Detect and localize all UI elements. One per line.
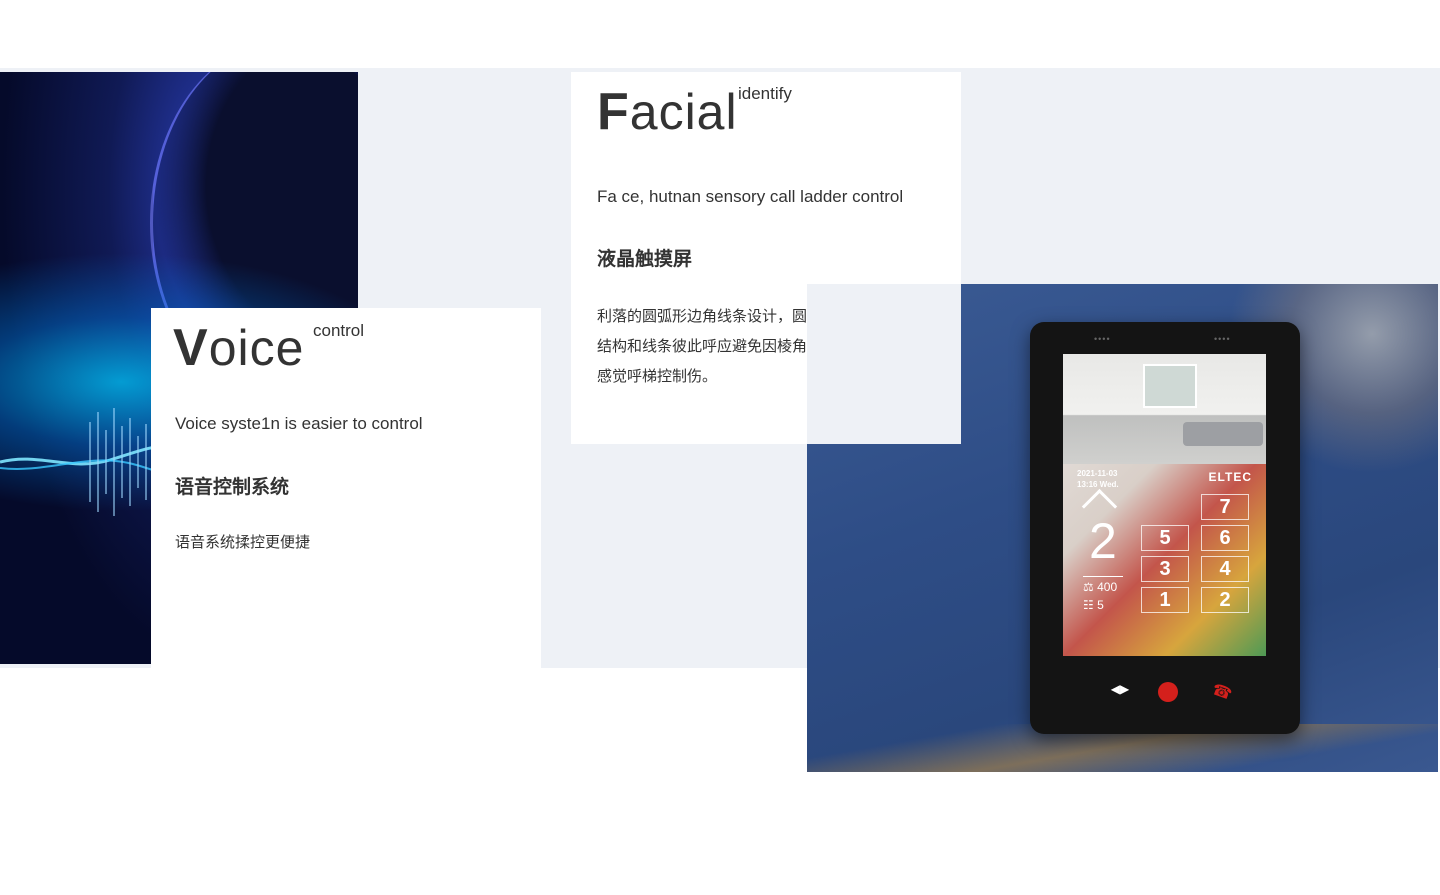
persons-icon: ☷ (1083, 598, 1098, 612)
facial-subtitle-cn: 液晶触摸屏 (597, 249, 693, 270)
sensor-dots-icon: •••• (1094, 334, 1111, 344)
floor-key[interactable]: 3 (1141, 556, 1189, 582)
floor-key[interactable]: 7 (1201, 494, 1249, 520)
device-product-photo: •••• •••• 2021-11-03 13:16 Wed. ELTEC 2 … (807, 284, 1438, 772)
facial-title-cap: F (597, 83, 630, 141)
facial-sup: identify (738, 84, 792, 103)
sensor-dots-icon: •••• (1214, 334, 1231, 344)
floor-key[interactable]: 1 (1141, 587, 1189, 613)
load-readout: ⚖ 400 (1083, 580, 1117, 594)
floor-key[interactable]: 6 (1201, 525, 1249, 551)
elevator-panel-device: •••• •••• 2021-11-03 13:16 Wed. ELTEC 2 … (1030, 322, 1300, 734)
device-screen: 2021-11-03 13:16 Wed. ELTEC 2 ⚖ 400 ☷ 5 … (1063, 354, 1266, 656)
screen-date: 2021-11-03 (1077, 469, 1118, 478)
voice-title-rest: oice (208, 320, 305, 376)
facial-subtitle-en: Fa ce, hutnan sensory call ladder contro… (597, 187, 904, 206)
voice-subtitle-cn: 语音控制系统 (175, 477, 290, 498)
voice-description: 语音系统揉控更便捷 (175, 534, 311, 551)
facial-title-rest: acial (629, 84, 738, 140)
load-value: 400 (1097, 580, 1118, 594)
facial-title: Facial (597, 82, 738, 142)
voice-title-cap: V (173, 319, 209, 377)
room-photo (1063, 354, 1266, 464)
alarm-button-icon[interactable] (1158, 682, 1178, 702)
screen-datetime: 2021-11-03 13:16 Wed. (1077, 468, 1119, 490)
voice-subtitle-en: Voice syste1n is easier to control (175, 414, 423, 433)
weight-icon: ⚖ (1083, 580, 1098, 594)
floor-key[interactable]: 2 (1201, 587, 1249, 613)
phone-icon[interactable]: ☎ (1209, 679, 1235, 705)
screen-time: 13:16 Wed. (1077, 480, 1119, 489)
screen-brand-logo: ELTEC (1208, 470, 1252, 484)
voice-card: Voice control Voice syste1n is easier to… (151, 308, 541, 668)
door-open-icon[interactable]: ◀▶ (1110, 682, 1130, 702)
room-sofa (1183, 422, 1263, 446)
screen-divider (1083, 576, 1123, 577)
persons-readout: ☷ 5 (1083, 598, 1104, 612)
room-window (1143, 364, 1197, 408)
floor-key[interactable]: 4 (1201, 556, 1249, 582)
current-floor: 2 (1089, 513, 1117, 569)
persons-value: 5 (1097, 598, 1104, 612)
voice-sup: control (313, 321, 365, 340)
floor-key[interactable]: 5 (1141, 525, 1189, 551)
voice-title: Voice (173, 318, 304, 378)
photo-corner-cutout (807, 284, 961, 444)
